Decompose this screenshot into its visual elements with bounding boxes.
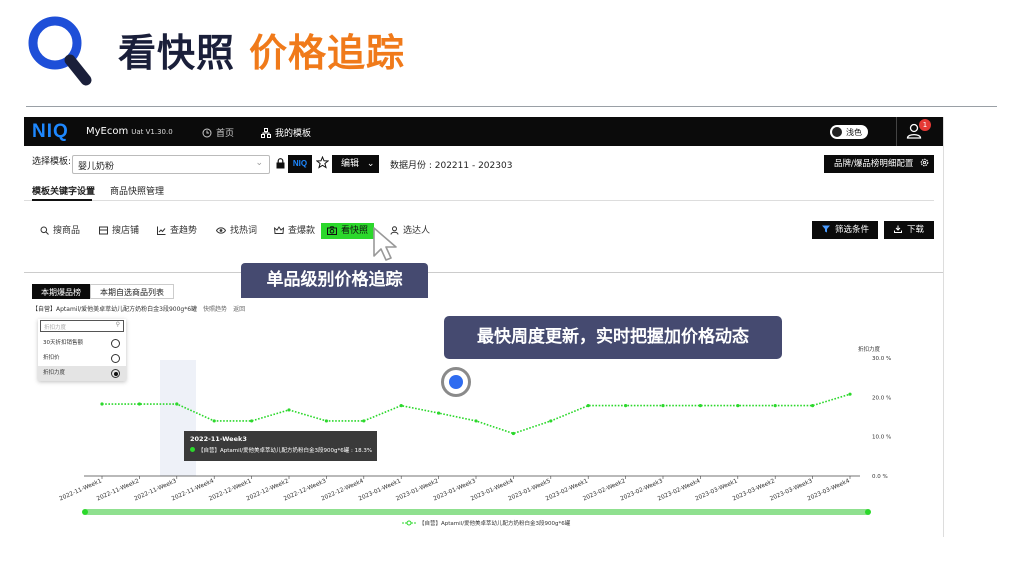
- x-tick-label: 2023-03-Week4: [807, 478, 851, 502]
- data-point: [698, 403, 703, 408]
- data-point: [100, 402, 104, 406]
- legend-line-icon: [402, 520, 416, 526]
- tooltip-row-text: 【自营】Aptamil/爱他美卓萃幼儿配方奶粉白金3段900g*6罐 : 18.…: [198, 448, 373, 454]
- search-icon: ⚲: [115, 321, 120, 328]
- data-point: [773, 403, 777, 408]
- callout-weekly-update: 最快周度更新，实时把握加价格动态: [444, 316, 782, 359]
- metric-option-label: 折扣力度: [43, 370, 66, 376]
- slide-divider: [26, 106, 997, 107]
- range-slider-start-handle[interactable]: [82, 509, 88, 515]
- magnifier-icon: [28, 16, 92, 86]
- tooltip-row: 【自营】Aptamil/爱他美卓萃幼儿配方奶粉白金3段900g*6罐 : 18.…: [190, 446, 373, 454]
- y-tick-label: 20.0 %: [872, 395, 891, 401]
- callout-single-item: 单品级别价格追踪: [241, 263, 428, 298]
- data-point: [399, 403, 403, 408]
- data-point: [511, 431, 515, 436]
- radio-button[interactable]: [111, 339, 120, 348]
- data-point: [811, 403, 815, 408]
- y-axis-label: 折扣力度: [858, 345, 881, 353]
- legend-label: 【自营】Aptamil/爱他美卓萃幼儿配方奶粉白金3段900g*6罐: [419, 521, 571, 527]
- target-marker-dot: [449, 375, 463, 389]
- slide-title-accent: 价格追踪: [249, 31, 406, 75]
- slide-title-main: 看快照: [118, 31, 236, 75]
- y-tick-label: 10.0 %: [872, 435, 891, 441]
- series-dot: [190, 447, 195, 452]
- data-point: [848, 392, 852, 396]
- data-point: [474, 419, 478, 423]
- data-point: [362, 419, 366, 423]
- data-point: [549, 419, 553, 423]
- data-point: [250, 419, 254, 423]
- y-tick-label: 0.0 %: [872, 474, 888, 480]
- metric-option-label: 30天折扣销售额: [43, 340, 83, 346]
- range-slider[interactable]: [84, 509, 869, 515]
- series-line: [102, 393, 851, 435]
- data-point: [212, 419, 216, 423]
- radio-button[interactable]: [111, 354, 120, 363]
- metric-dropdown[interactable]: 折扣力度 ⚲ 30天折扣销售额 折扣价 折扣力度: [38, 319, 126, 381]
- metric-option-label: 折扣价: [43, 355, 60, 361]
- data-point: [287, 408, 291, 412]
- data-point: [437, 411, 441, 415]
- chart-legend[interactable]: 【自营】Aptamil/爱他美卓萃幼儿配方奶粉白金3段900g*6罐: [402, 519, 570, 527]
- radio-button[interactable]: [111, 369, 120, 378]
- target-marker: [441, 367, 471, 397]
- metric-search-placeholder: 折扣力度: [44, 325, 67, 331]
- tooltip-title: 2022-11-Week3: [190, 435, 247, 443]
- data-point: [661, 403, 665, 408]
- metric-search-input[interactable]: 折扣力度 ⚲: [40, 320, 124, 332]
- data-point: [175, 402, 179, 406]
- metric-option[interactable]: 折扣价: [38, 351, 126, 366]
- slide-title: 看快照 价格追踪: [118, 22, 405, 77]
- range-slider-end-handle[interactable]: [865, 509, 871, 515]
- metric-option[interactable]: 30天折扣销售额: [38, 336, 126, 351]
- cursor-icon: [373, 227, 397, 261]
- data-point: [324, 419, 328, 423]
- data-point: [624, 403, 628, 408]
- data-point: [586, 403, 590, 408]
- data-point: [137, 402, 141, 406]
- chart-tooltip: 2022-11-Week3 【自营】Aptamil/爱他美卓萃幼儿配方奶粉白金3…: [184, 431, 377, 461]
- metric-option[interactable]: 折扣力度: [38, 366, 126, 381]
- data-point: [736, 403, 740, 408]
- y-tick-label: 30.0 %: [872, 356, 891, 362]
